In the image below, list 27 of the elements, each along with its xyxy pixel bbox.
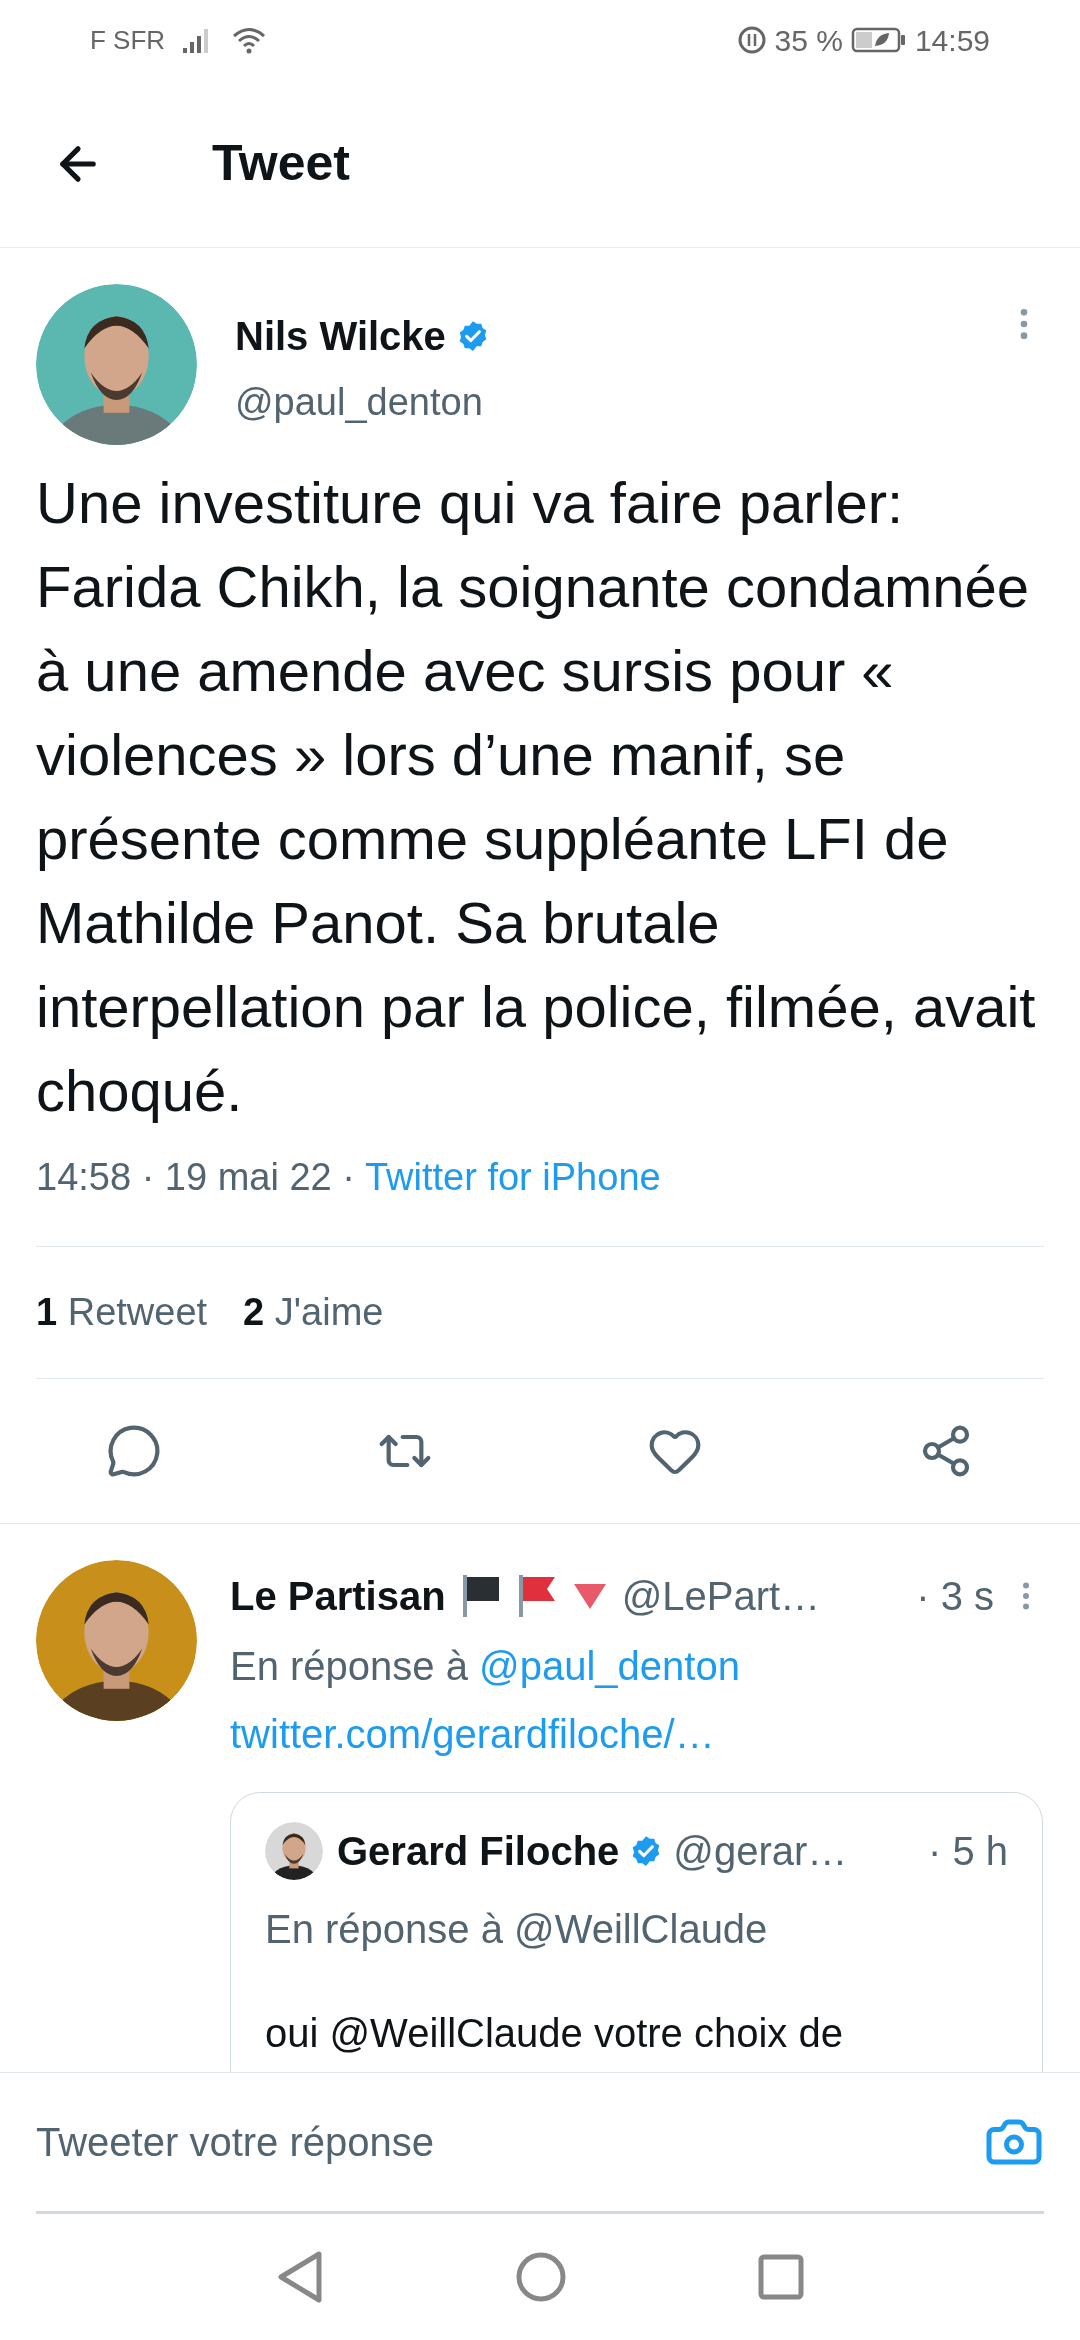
home-nav-icon[interactable] <box>515 2251 567 2303</box>
quoted-author-name: Gerard Filoche <box>337 1828 620 1875</box>
engagement-count[interactable]: 1 Retweet <box>36 1284 208 1341</box>
battery-percent: 35 % <box>774 22 843 59</box>
clock: 14:59 <box>914 22 990 59</box>
reply-author-handle: @LePart… <box>621 1573 821 1620</box>
quoted-tweet-text: oui @WeillClaude votre choix de <box>265 2010 844 2057</box>
reply-field[interactable]: Tweeter votre réponse <box>36 2112 984 2172</box>
quoted-reply-context: En réponse à @WeillClaude <box>265 1906 769 1953</box>
tweet-timestamp: 14:58 · 19 mai 22 · <box>36 1155 355 1200</box>
reply-age: · 3 s <box>916 1573 994 1620</box>
carrier-label: F SFR <box>90 23 166 57</box>
engagement-count[interactable]: 2 J'aime <box>243 1284 384 1341</box>
down-triangle-icon <box>571 1581 608 1611</box>
author-name: Nils Wilcke <box>235 313 446 360</box>
tweet-text: Une investiture qui va faire parler: Farida Chikh, la soignante condamnée à une amende avec sursis pour « violences » lors d’une manif, se présente comme suppléante LFI de Mathilde Panot. Sa brutale interpellation par la police, filmée, avait choqué. <box>36 469 1037 1125</box>
recents-nav-icon[interactable] <box>757 2253 805 2301</box>
back-nav-icon[interactable] <box>275 2250 325 2304</box>
reply-author-name: Le Partisan <box>230 1573 446 1620</box>
reply-icon[interactable] <box>106 1423 162 1479</box>
page-title: Tweet <box>212 134 350 193</box>
quoted-author-handle: @gerar… <box>673 1828 848 1875</box>
author-handle: @paul_denton <box>235 380 484 425</box>
data-saver-icon <box>736 25 767 55</box>
quoted-age: · 5 h <box>927 1828 1008 1875</box>
reply-context: En réponse à @paul_denton <box>230 1643 741 1690</box>
battery-icon <box>850 26 907 54</box>
